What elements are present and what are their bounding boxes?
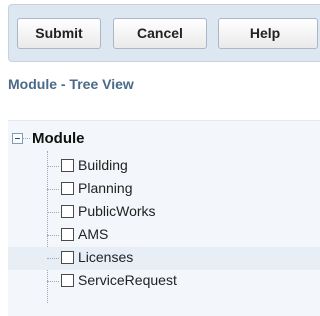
tree-node-licenses: Licenses	[8, 247, 320, 270]
module-tree: Module Building Planning PublicWorks AMS	[8, 120, 320, 316]
submit-button[interactable]: Submit	[17, 18, 101, 49]
tree-node-planning: Planning	[8, 178, 320, 201]
tree-connector	[47, 281, 59, 282]
collapse-icon[interactable]	[12, 133, 23, 144]
ams-checkbox[interactable]	[61, 228, 74, 241]
publicworks-checkbox[interactable]	[61, 205, 74, 218]
planning-checkbox[interactable]	[61, 182, 74, 195]
tree-node-label: PublicWorks	[78, 203, 156, 219]
tree-node-building: Building	[8, 155, 320, 178]
section-title: Module - Tree View	[8, 76, 134, 92]
tree-connector	[47, 235, 59, 236]
tree-node-publicworks: PublicWorks	[8, 201, 320, 224]
help-button[interactable]: Help	[218, 18, 318, 49]
tree-connector	[23, 138, 30, 139]
tree-connector	[47, 258, 59, 259]
tree-node-servicerequest: ServiceRequest	[8, 270, 320, 293]
tree-node-label: AMS	[78, 226, 109, 242]
tree-connector	[47, 166, 59, 167]
tree-connector	[47, 212, 59, 213]
tree-node-ams: AMS	[8, 224, 320, 247]
toolbar: Submit Cancel Help	[8, 4, 320, 62]
licenses-checkbox[interactable]	[61, 251, 74, 264]
servicerequest-checkbox[interactable]	[61, 274, 74, 287]
tree-node-label: Building	[78, 157, 128, 173]
tree-root-node: Module	[8, 129, 320, 151]
tree-node-label: Licenses	[78, 249, 134, 265]
building-checkbox[interactable]	[61, 159, 74, 172]
tree-connector	[47, 189, 59, 190]
tree-root-label: Module	[32, 130, 85, 147]
cancel-button[interactable]: Cancel	[113, 18, 207, 49]
tree-node-label: Planning	[78, 180, 133, 196]
tree-node-label: ServiceRequest	[78, 272, 177, 288]
page: Submit Cancel Help Module - Tree View Mo…	[0, 0, 320, 316]
